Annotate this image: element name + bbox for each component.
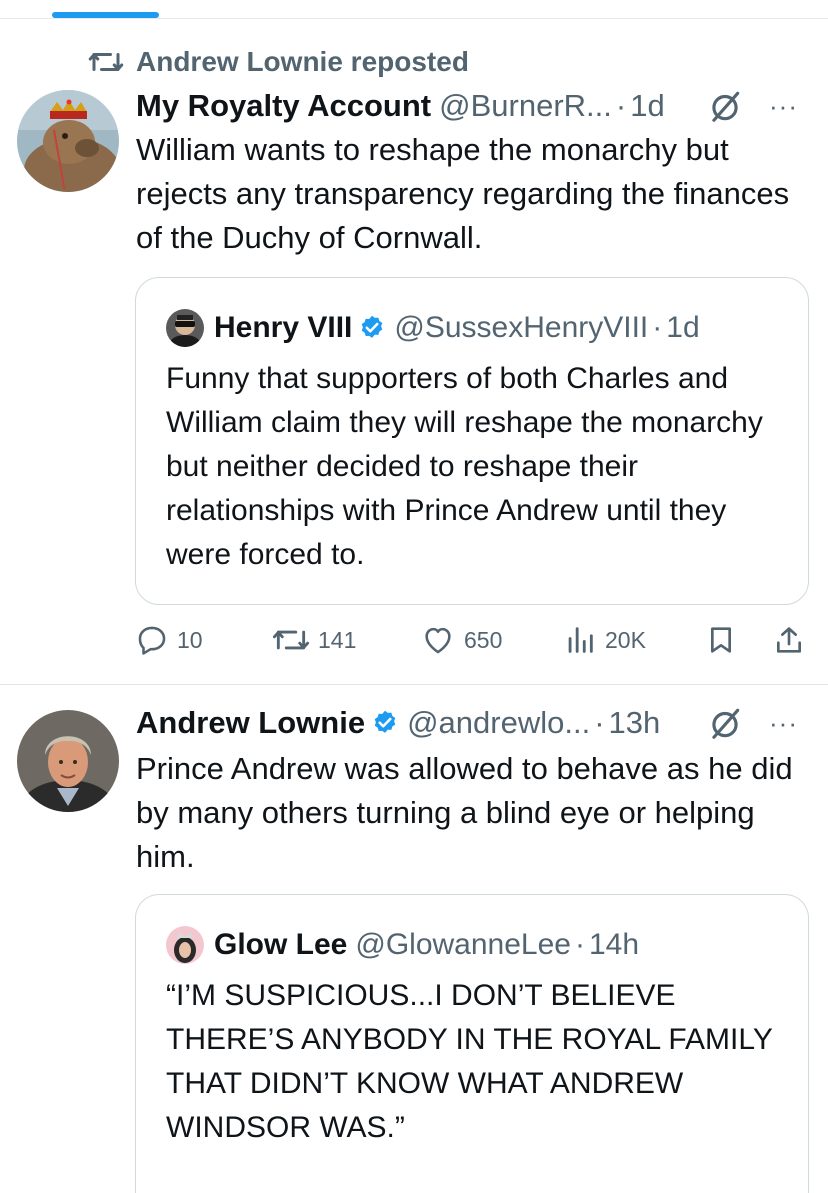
verified-badge-icon (374, 710, 396, 733)
quote-avatar[interactable] (166, 926, 204, 964)
tweet-text: William wants to reshape the monarchy bu… (136, 132, 790, 255)
quote-avatar[interactable] (166, 309, 204, 347)
divider (0, 684, 828, 685)
separator-dot: · (652, 311, 663, 344)
views-count: 20K (605, 626, 646, 653)
separator-dot: · (594, 705, 605, 740)
avatar[interactable] (17, 90, 119, 192)
timestamp[interactable]: 1d (630, 88, 664, 124)
bookmark-icon (711, 627, 731, 653)
views-button[interactable]: 20K (563, 620, 646, 660)
reply-button[interactable]: 10 (135, 620, 203, 660)
bookmark-button[interactable] (705, 620, 745, 660)
grok-icon[interactable] (706, 704, 744, 742)
tweet-header: Andrew Lownie @andrewlo... · 13h ··· (136, 703, 816, 743)
quote-author-handle[interactable]: @SussexHenryVIII (394, 311, 648, 345)
author-handle[interactable]: @andrewlo... (407, 705, 590, 741)
verified-badge-icon (362, 315, 383, 338)
quoted-tweet[interactable]: Glow Lee @GlowanneLee · 14h “I’M SUSPICI… (135, 894, 809, 1193)
quote-text: Funny that supporters of both Charles an… (166, 362, 763, 571)
quote-header: Henry VIII @SussexHenryVIII · 1d (166, 308, 700, 348)
reply-icon (138, 626, 166, 655)
repost-context[interactable]: Andrew Lownie reposted (88, 44, 469, 80)
quote-author-name[interactable]: Henry VIII (214, 311, 352, 345)
tweet-header: My Royalty Account @BurnerR... · 1d ··· (136, 86, 816, 126)
more-icon[interactable]: ··· (769, 91, 798, 122)
grok-icon[interactable] (706, 87, 744, 125)
share-button[interactable] (773, 620, 813, 660)
repost-icon (272, 630, 310, 650)
repost-icon (88, 53, 124, 71)
quote-text: “I’M SUSPICIOUS...I DON’T BELIEVE THERE’… (166, 979, 773, 1144)
author-handle[interactable]: @BurnerR... (439, 88, 612, 124)
repost-button[interactable]: 141 (272, 620, 356, 660)
quote-timestamp[interactable]: 1d (666, 311, 699, 345)
views-icon (568, 627, 593, 653)
separator-dot: · (615, 88, 627, 123)
repost-label: Andrew Lownie reposted (136, 46, 469, 77)
author-name[interactable]: Andrew Lownie (136, 705, 365, 741)
share-icon (777, 627, 801, 653)
like-icon (425, 627, 451, 654)
quoted-tweet[interactable]: Henry VIII @SussexHenryVIII · 1d Funny t… (135, 277, 809, 605)
separator-dot: · (574, 928, 585, 961)
like-count: 650 (464, 626, 503, 653)
quote-author-handle[interactable]: @GlowanneLee (355, 928, 571, 962)
timestamp[interactable]: 13h (609, 705, 661, 741)
reply-count: 10 (177, 626, 203, 653)
more-icon[interactable]: ··· (769, 708, 798, 739)
author-name[interactable]: My Royalty Account (136, 88, 431, 124)
quote-timestamp[interactable]: 14h (589, 928, 639, 962)
quote-header: Glow Lee @GlowanneLee · 14h (166, 925, 639, 965)
repost-count: 141 (318, 626, 357, 653)
tweet-text: Prince Andrew was allowed to behave as h… (136, 751, 793, 874)
avatar[interactable] (17, 710, 119, 812)
like-button[interactable]: 650 (420, 620, 502, 660)
action-bar: 10 141 650 20K (135, 620, 815, 660)
divider (0, 18, 828, 19)
quote-author-name[interactable]: Glow Lee (214, 928, 347, 962)
